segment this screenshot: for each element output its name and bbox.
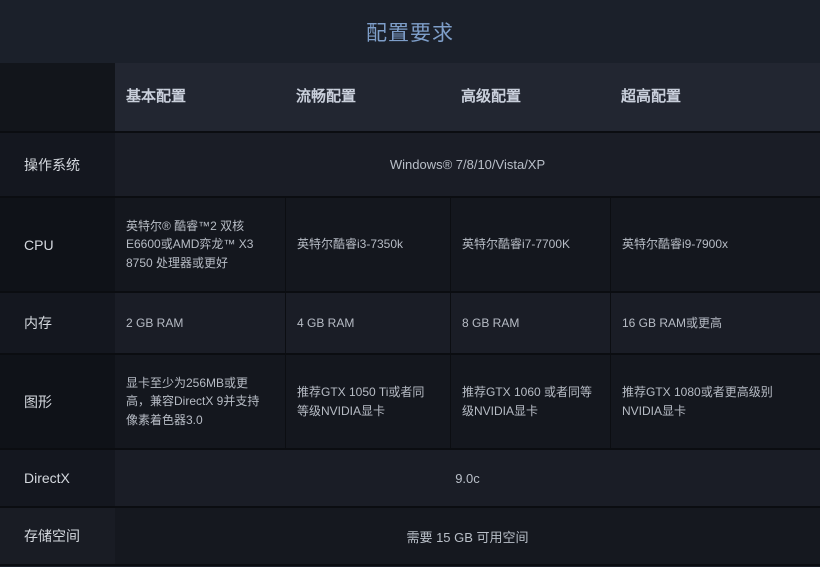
table-row-cpu: CPU 英特尔® 酷睿™2 双核 E6600或AMD弈龙™ X3 8750 处理… (0, 196, 820, 291)
cpu-basic-value: 英特尔® 酷睿™2 双核 E6600或AMD弈龙™ X3 8750 处理器或更好 (126, 218, 254, 270)
cpu-cells: 英特尔® 酷睿™2 双核 E6600或AMD弈龙™ X3 8750 处理器或更好… (115, 198, 820, 291)
memory-smooth-value: 4 GB RAM (285, 293, 450, 353)
column-header-basic: 基本配置 (126, 88, 187, 106)
column-header-smooth: 流畅配置 (296, 88, 357, 106)
graphics-advanced-value: 推荐GTX 1060 或者同等级NVIDIA显卡 (450, 355, 610, 448)
graphics-ultra-value: 推荐GTX 1080或者更高级别NVIDIA显卡 (610, 355, 820, 448)
header-label-spacer (0, 63, 115, 131)
row-label-directx: DirectX (0, 450, 115, 506)
system-requirements-panel: 配置要求 基本配置 流畅配置 高级配置 超高配置 操作系统 Windows® 7… (0, 0, 820, 567)
title-bar: 配置要求 (0, 0, 820, 63)
row-label-storage: 存储空间 (0, 508, 115, 564)
table-row-memory: 内存 2 GB RAM 4 GB RAM 8 GB RAM 16 GB RAM或… (0, 291, 820, 353)
memory-basic-value: 2 GB RAM (126, 315, 184, 330)
row-label-graphics: 图形 (0, 355, 115, 448)
graphics-smooth-value: 推荐GTX 1050 Ti或者同等级NVIDIA显卡 (285, 355, 450, 448)
memory-cells: 2 GB RAM 4 GB RAM 8 GB RAM 16 GB RAM或更高 (115, 293, 820, 353)
directx-value: 9.0c (115, 450, 820, 506)
table-header-row: 基本配置 流畅配置 高级配置 超高配置 (0, 63, 820, 131)
column-header-ultra: 超高配置 (621, 88, 682, 106)
graphics-cells: 显卡至少为256MB或更高，兼容DirectX 9并支持像素着色器3.0 推荐G… (115, 355, 820, 448)
table-row-storage: 存储空间 需要 15 GB 可用空间 (0, 506, 820, 564)
os-value: Windows® 7/8/10/Vista/XP (115, 133, 820, 196)
table-row-os: 操作系统 Windows® 7/8/10/Vista/XP (0, 131, 820, 196)
cpu-advanced-value: 英特尔酷睿i7-7700K (450, 198, 610, 291)
table-row-graphics: 图形 显卡至少为256MB或更高，兼容DirectX 9并支持像素着色器3.0 … (0, 353, 820, 448)
cpu-smooth-value: 英特尔酷睿i3-7350k (285, 198, 450, 291)
storage-value: 需要 15 GB 可用空间 (115, 508, 820, 564)
row-label-os: 操作系统 (0, 133, 115, 196)
requirements-table: 基本配置 流畅配置 高级配置 超高配置 操作系统 Windows® 7/8/10… (0, 63, 820, 567)
cpu-ultra-value: 英特尔酷睿i9-7900x (610, 198, 820, 291)
memory-ultra-value: 16 GB RAM或更高 (610, 293, 820, 353)
header-cells: 基本配置 流畅配置 高级配置 超高配置 (115, 63, 820, 131)
table-row-directx: DirectX 9.0c (0, 448, 820, 506)
page-title: 配置要求 (366, 21, 454, 45)
column-header-advanced: 高级配置 (461, 88, 522, 106)
memory-advanced-value: 8 GB RAM (450, 293, 610, 353)
row-label-memory: 内存 (0, 293, 115, 353)
graphics-basic-value: 显卡至少为256MB或更高，兼容DirectX 9并支持像素着色器3.0 (126, 375, 260, 427)
row-label-cpu: CPU (0, 198, 115, 291)
